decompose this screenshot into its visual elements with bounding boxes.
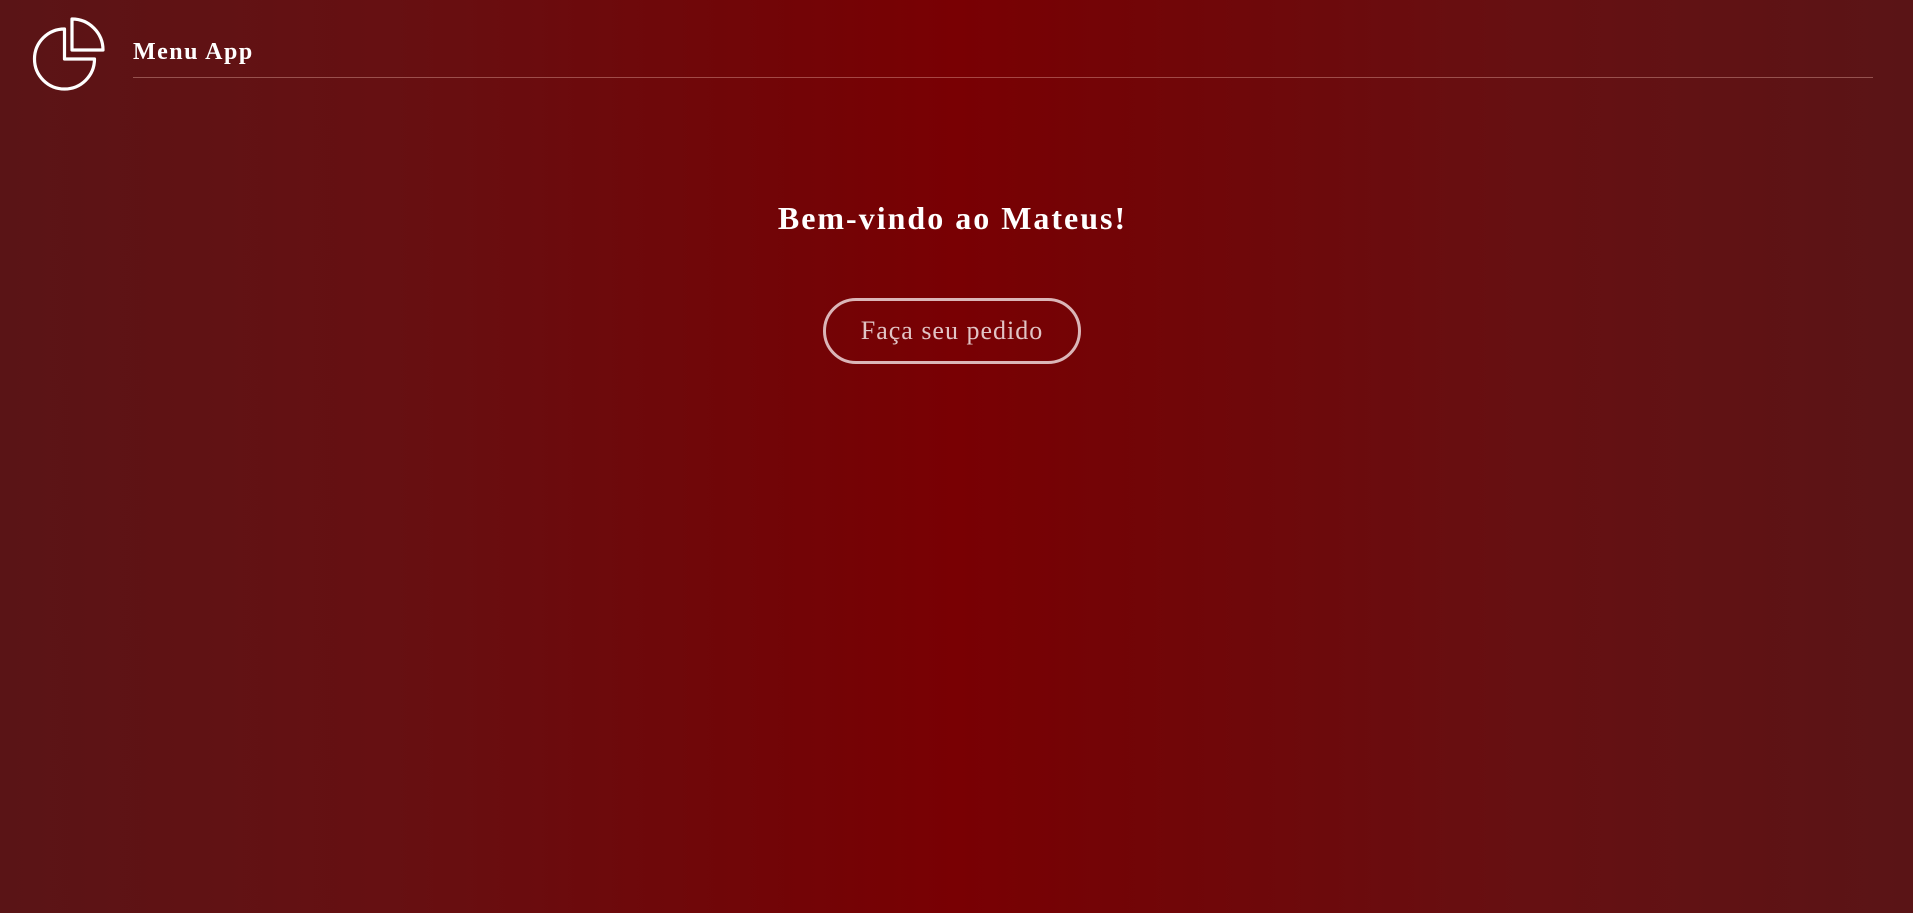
header-divider xyxy=(133,77,1873,78)
pie-chart-icon[interactable] xyxy=(30,17,108,95)
place-order-button[interactable]: Faça seu pedido xyxy=(823,298,1081,364)
app-title[interactable]: Menu App xyxy=(133,39,254,66)
page-background xyxy=(0,0,1913,913)
welcome-heading: Bem-vindo ao Mateus! xyxy=(777,200,1128,236)
